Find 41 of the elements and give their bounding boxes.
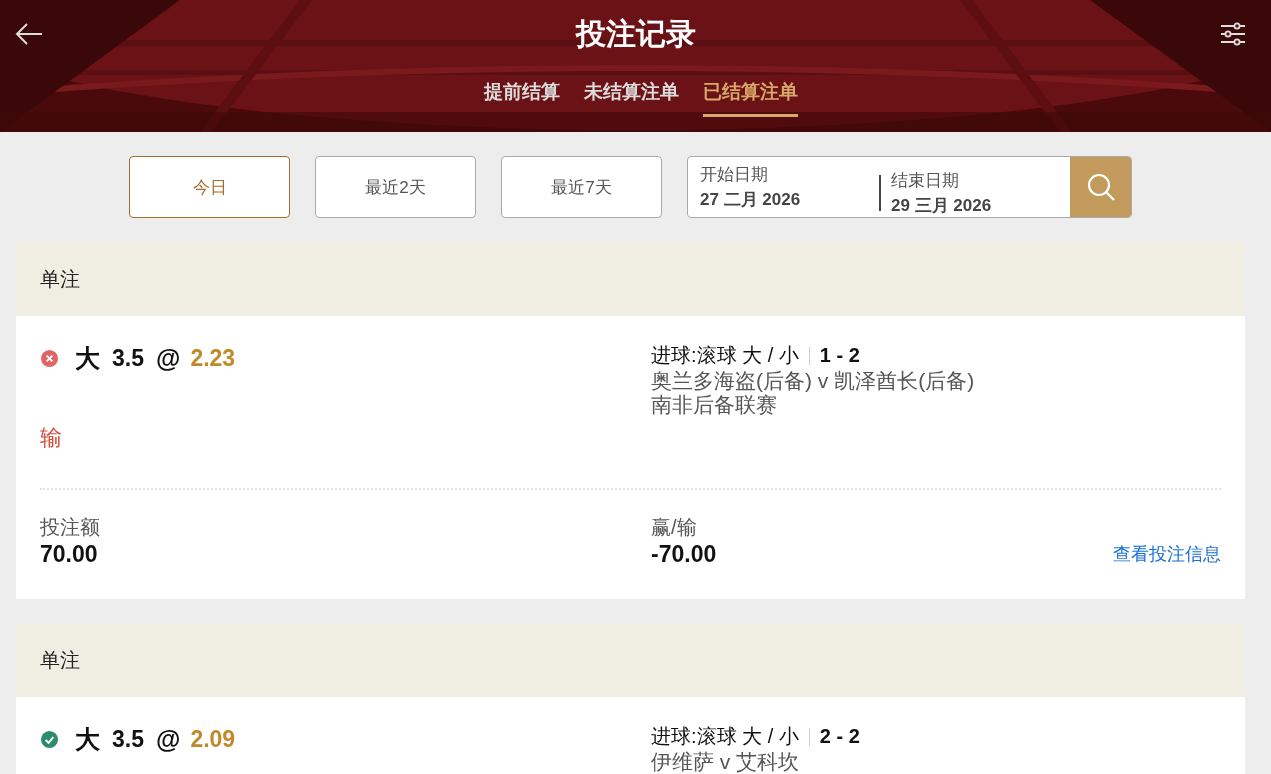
- tab[interactable]: 未结算注单: [583, 79, 679, 117]
- at-sign: @: [156, 725, 181, 754]
- win-loss-amount: -70.00: [651, 541, 718, 568]
- stake-amount: 70.00: [40, 541, 99, 568]
- result-text: 输: [40, 424, 63, 452]
- odds: 2.09: [190, 726, 236, 753]
- market-name: 进球:滚球 大 / 小: [651, 724, 799, 749]
- match-teams: 奥兰多海盗(后备) v 凯泽酋长(后备): [651, 369, 976, 393]
- check-circle-icon: [40, 730, 59, 749]
- page-title: 投注记录: [574, 16, 697, 52]
- date-filter-button[interactable]: 今日: [129, 156, 290, 218]
- end-date-label: 结束日期: [891, 170, 960, 192]
- selection: 大: [75, 724, 100, 755]
- bet-type: 单注: [40, 648, 80, 673]
- back-arrow-icon[interactable]: [15, 22, 43, 46]
- date-filter-button[interactable]: 最近2天: [315, 156, 476, 218]
- tab[interactable]: 已结算注单: [702, 79, 798, 117]
- win-loss-label: 赢/输: [651, 515, 698, 540]
- view-bet-details-link[interactable]: 查看投注信息: [1113, 542, 1221, 566]
- handicap-line: 3.5: [112, 726, 144, 753]
- at-sign: @: [156, 344, 181, 373]
- start-date-label: 开始日期: [700, 164, 769, 186]
- search-icon: [1085, 172, 1116, 202]
- score: 1 - 2: [819, 344, 860, 367]
- start-date-value: 27 二月 2026: [700, 189, 802, 211]
- match-teams: 伊维萨 v 艾科坎: [651, 750, 801, 774]
- odds: 2.23: [190, 345, 236, 372]
- handicap-line: 3.5: [112, 345, 144, 372]
- search-button[interactable]: [1070, 157, 1131, 217]
- cross-circle-icon: [40, 349, 59, 368]
- score: 2 - 2: [819, 725, 860, 748]
- market-name: 进球:滚球 大 / 小: [651, 343, 799, 368]
- stake-label: 投注额: [40, 515, 101, 540]
- date-filter-button[interactable]: 最近7天: [501, 156, 662, 218]
- selection: 大: [75, 343, 100, 374]
- bet-type: 单注: [40, 267, 80, 292]
- date-range-field[interactable]: 开始日期 27 二月 2026 结束日期 29 三月 2026: [687, 156, 1132, 218]
- settings-icon[interactable]: [1220, 22, 1246, 46]
- end-date-value: 29 三月 2026: [891, 195, 993, 217]
- tab[interactable]: 提前结算: [483, 79, 560, 117]
- league-name: 南非后备联赛: [651, 393, 778, 417]
